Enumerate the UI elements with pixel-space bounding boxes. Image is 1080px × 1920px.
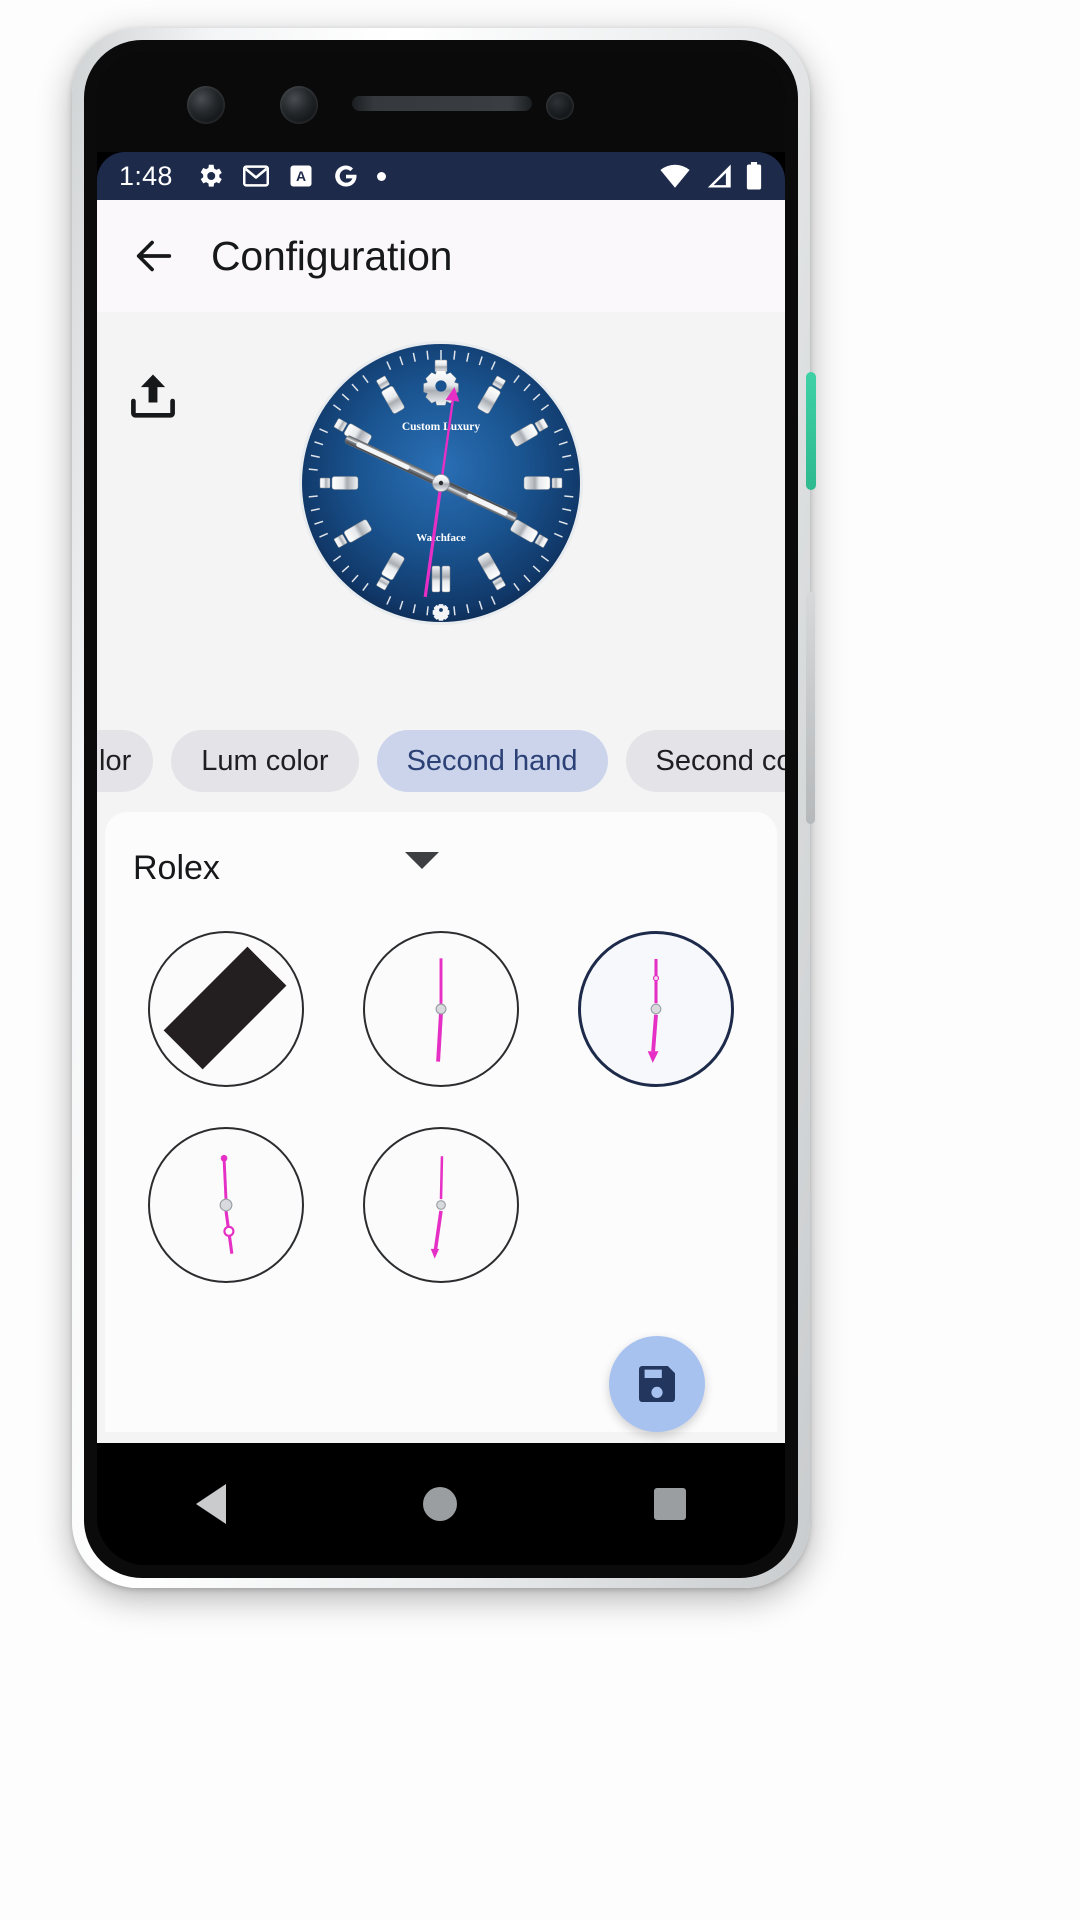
chip-lum-color[interactable]: Lum color <box>171 730 359 792</box>
option-cell[interactable] <box>548 918 763 1100</box>
chip-color-truncated[interactable]: lor <box>97 730 154 792</box>
watchface-preview[interactable]: Custom Luxury Watchface <box>296 338 586 628</box>
gear-icon <box>200 164 222 187</box>
svg-text:A: A <box>296 168 306 184</box>
a-badge-icon: A <box>290 165 312 187</box>
earpiece-speaker <box>352 96 532 111</box>
content-area: Custom Luxury Watchface lor Lum color Se… <box>97 312 785 1443</box>
back-arrow-icon[interactable] <box>131 233 177 279</box>
phone-screen: 1:48 A Configuration Custom Luxury Watch… <box>97 52 785 1565</box>
option-plain-needle[interactable] <box>362 931 519 1087</box>
system-nav-bar <box>97 1443 785 1565</box>
option-none-slash[interactable] <box>148 931 305 1087</box>
power-button[interactable] <box>806 372 816 490</box>
option-tapered-needle[interactable] <box>362 1127 519 1283</box>
status-bar-clock: 1:48 <box>119 160 173 191</box>
status-bar-system-icons <box>659 162 763 190</box>
style-dropdown[interactable]: Rolex <box>133 840 433 896</box>
option-cell[interactable] <box>334 1114 549 1296</box>
watchface-brand-text: Custom Luxury <box>402 421 481 433</box>
sensor-strip <box>97 52 785 152</box>
nav-back-triangle-icon[interactable] <box>195 1484 226 1524</box>
chip-second-color[interactable]: Second color <box>625 730 785 792</box>
option-arrow-needle[interactable] <box>577 931 734 1087</box>
save-floppy-icon <box>639 1366 675 1402</box>
upload-icon[interactable] <box>125 367 181 423</box>
google-g-icon <box>334 165 357 187</box>
wifi-icon <box>660 164 690 188</box>
option-cell[interactable] <box>334 918 549 1100</box>
second-hand-options-grid <box>119 918 763 1296</box>
secondary-camera-icon <box>280 86 318 124</box>
style-dropdown-value: Rolex <box>133 848 220 887</box>
status-bar: 1:48 A <box>97 152 785 200</box>
options-card: Rolex <box>105 812 777 1432</box>
chip-second-hand[interactable]: Second hand <box>376 730 608 792</box>
app-bar: Configuration <box>97 200 785 312</box>
chevron-down-icon[interactable] <box>405 852 439 869</box>
dial-small-gear-icon <box>432 604 450 621</box>
option-counterweight-needle[interactable] <box>148 1127 305 1283</box>
page-title: Configuration <box>211 232 453 279</box>
screenshot-root: 1:48 A Configuration Custom Luxury Watch… <box>0 0 1080 1920</box>
front-camera-icon <box>187 86 225 124</box>
nav-recents-square-icon[interactable] <box>654 1488 687 1520</box>
save-fab-button[interactable] <box>609 1336 705 1432</box>
signal-icon <box>707 164 731 188</box>
dot-icon <box>376 171 386 181</box>
nav-home-circle-icon[interactable] <box>422 1487 457 1521</box>
option-cell[interactable] <box>119 1114 334 1296</box>
option-cell-empty <box>548 1114 763 1296</box>
gmail-icon <box>242 165 269 187</box>
battery-icon <box>746 162 762 190</box>
watchface-sub-text: Watchface <box>416 532 466 544</box>
sensor-dot-icon <box>546 92 574 120</box>
option-cell[interactable] <box>119 918 334 1100</box>
volume-rocker[interactable] <box>806 592 815 824</box>
status-bar-notification-icons: A <box>195 161 386 191</box>
config-chip-row: lor Lum color Second hand Second color <box>97 722 785 800</box>
